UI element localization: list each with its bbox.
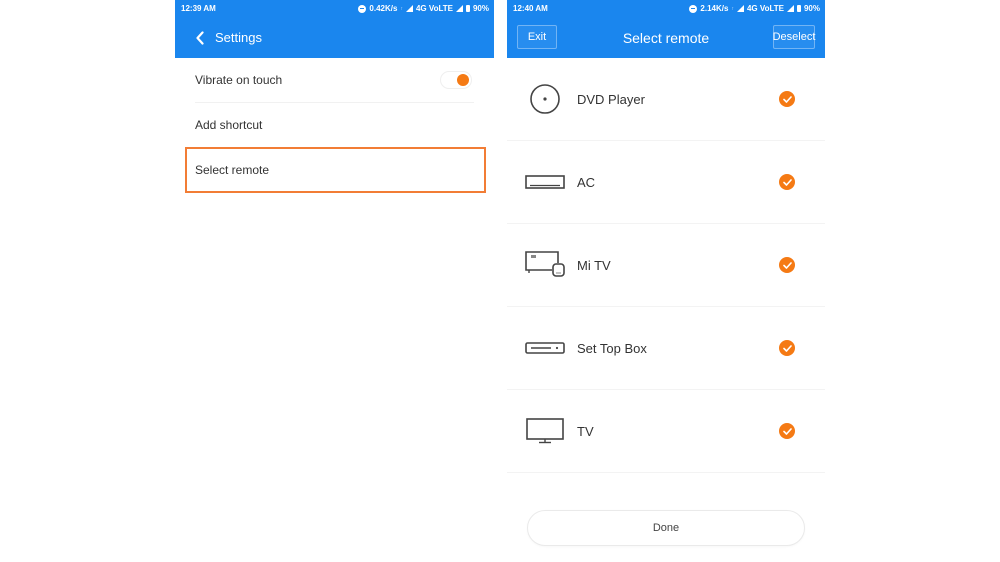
app-bar: Settings xyxy=(175,17,494,58)
signal-icon-2 xyxy=(786,5,794,12)
remote-label: Set Top Box xyxy=(577,340,647,356)
check-icon[interactable] xyxy=(779,91,795,107)
remote-item-ac[interactable]: AC xyxy=(507,141,825,224)
dvd-player-icon xyxy=(525,82,565,116)
exit-button[interactable]: Exit xyxy=(517,25,557,49)
status-bar: 12:40 AM 2.14K/s ↑ 4G VoLTE 90% xyxy=(507,0,825,17)
remote-label: AC xyxy=(577,174,596,190)
setting-select-remote[interactable]: Select remote xyxy=(195,148,474,192)
setting-vibrate-on-touch[interactable]: Vibrate on touch xyxy=(195,58,474,103)
status-network: 4G VoLTE xyxy=(746,4,784,13)
status-battery: 90% xyxy=(472,4,489,13)
remote-label: TV xyxy=(577,423,594,439)
signal-icon xyxy=(736,5,744,12)
remote-label: Mi TV xyxy=(577,257,611,273)
data-arrow-icon: ↑ xyxy=(400,5,403,12)
dnd-icon xyxy=(358,4,367,13)
remote-list: DVD Player AC Mi TV Set Top Box TV xyxy=(507,58,825,473)
set-top-box-icon xyxy=(525,331,565,365)
settings-screen: 12:39 AM 0.42K/s ↑ 4G VoLTE 90% Settings… xyxy=(175,0,494,562)
check-icon[interactable] xyxy=(779,257,795,273)
tv-icon xyxy=(525,414,565,448)
check-icon[interactable] xyxy=(779,423,795,439)
toggle-knob xyxy=(457,74,469,86)
select-remote-screen: 12:40 AM 2.14K/s ↑ 4G VoLTE 90% Exit Sel… xyxy=(507,0,825,562)
signal-icon-2 xyxy=(455,5,463,12)
dnd-icon xyxy=(689,4,698,13)
settings-list: Vibrate on touch Add shortcut Select rem… xyxy=(175,58,494,192)
page-title: Settings xyxy=(215,30,262,45)
setting-label: Select remote xyxy=(195,163,270,177)
setting-add-shortcut[interactable]: Add shortcut xyxy=(195,103,474,148)
status-net-speed: 0.42K/s xyxy=(369,4,398,13)
battery-icon xyxy=(796,5,801,12)
status-time: 12:40 AM xyxy=(513,4,548,13)
status-network: 4G VoLTE xyxy=(415,4,453,13)
setting-label: Vibrate on touch xyxy=(195,73,283,87)
mi-tv-icon xyxy=(525,248,565,282)
status-bar: 12:39 AM 0.42K/s ↑ 4G VoLTE 90% xyxy=(175,0,494,17)
status-time: 12:39 AM xyxy=(181,4,216,13)
remote-label: DVD Player xyxy=(577,91,645,107)
chevron-left-icon[interactable] xyxy=(185,30,215,45)
signal-icon xyxy=(405,5,413,12)
status-battery: 90% xyxy=(803,4,820,13)
setting-label: Add shortcut xyxy=(195,118,263,132)
done-button[interactable]: Done xyxy=(527,510,805,546)
battery-icon xyxy=(465,5,470,12)
remote-item-set-top-box[interactable]: Set Top Box xyxy=(507,307,825,390)
deselect-button[interactable]: Deselect xyxy=(773,25,815,49)
data-arrow-icon: ↑ xyxy=(731,5,734,12)
remote-item-mi-tv[interactable]: Mi TV xyxy=(507,224,825,307)
ac-icon xyxy=(525,165,565,199)
app-bar: Exit Select remote Deselect xyxy=(507,17,825,58)
check-icon[interactable] xyxy=(779,174,795,190)
status-net-speed: 2.14K/s xyxy=(700,4,729,13)
vibrate-toggle[interactable] xyxy=(440,71,472,89)
check-icon[interactable] xyxy=(779,340,795,356)
remote-item-dvd-player[interactable]: DVD Player xyxy=(507,58,825,141)
remote-item-tv[interactable]: TV xyxy=(507,390,825,473)
